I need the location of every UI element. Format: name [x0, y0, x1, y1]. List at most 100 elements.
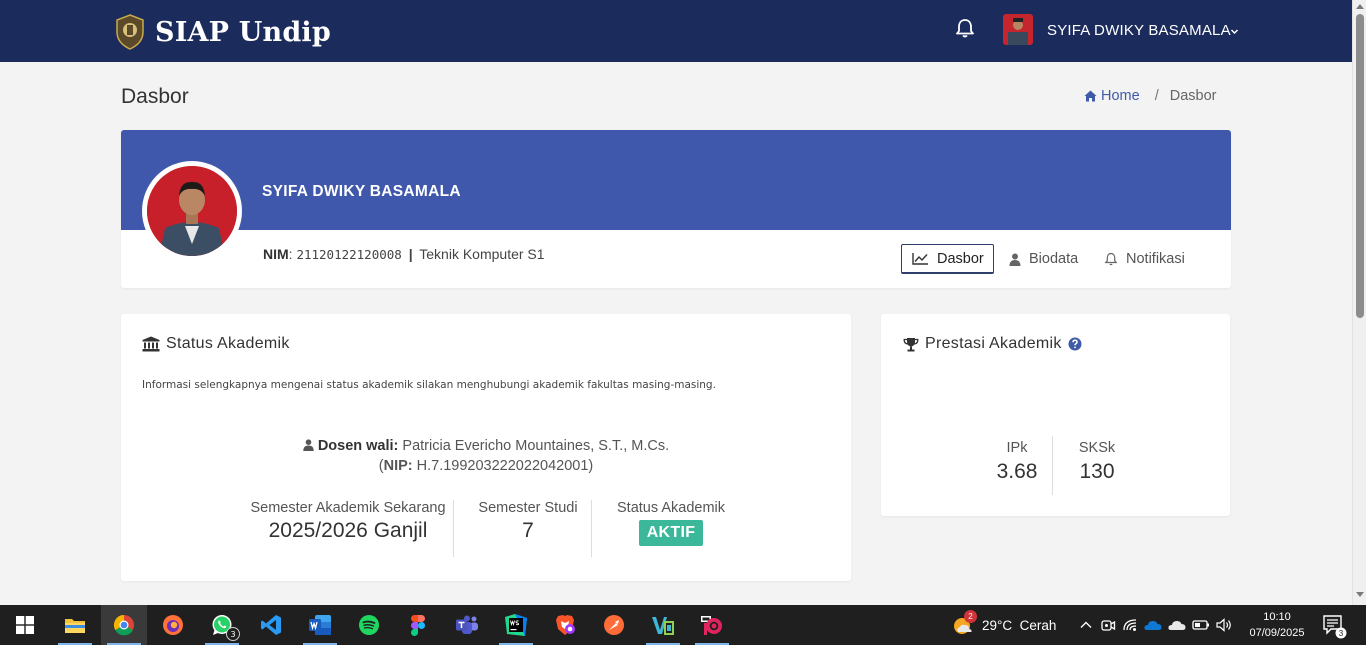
- scroll-up-arrow-icon[interactable]: [1356, 4, 1364, 9]
- weather-badge: 2: [964, 610, 977, 623]
- dosen-nip: (NIP: H.7.199203222022042001): [378, 458, 594, 474]
- tab-dasbor[interactable]: Dasbor: [901, 244, 994, 274]
- vertical-scrollbar[interactable]: [1352, 0, 1366, 605]
- weather-text: 29°C Cerah: [982, 617, 1057, 633]
- nim-label: NIM: [263, 246, 289, 262]
- taskbar-spotify[interactable]: [346, 605, 392, 645]
- profile-card: SYIFA DWIKY BASAMALA NIM: 21120122120008…: [121, 130, 1231, 288]
- taskbar-vivado[interactable]: [640, 605, 686, 645]
- status-badge: AKTIF: [638, 520, 704, 546]
- status-akademik-stat: Status Akademik AKTIF: [599, 500, 743, 557]
- status-title-text: Status Akademik: [166, 335, 290, 352]
- undip-logo: [116, 14, 144, 50]
- taskbar-chrome[interactable]: [101, 605, 147, 645]
- camera-privacy-icon[interactable]: [1100, 617, 1116, 633]
- chevron-down-icon[interactable]: [1230, 27, 1239, 36]
- user-avatar[interactable]: [1003, 14, 1033, 45]
- webstorm-icon: [505, 614, 527, 636]
- tab-notifikasi[interactable]: Notifikasi: [1104, 244, 1185, 274]
- battery-icon[interactable]: [1192, 617, 1210, 633]
- taskbar-word[interactable]: [297, 605, 343, 645]
- bell-icon: [1104, 252, 1118, 266]
- taskbar-file-explorer[interactable]: [52, 605, 98, 645]
- word-icon: [309, 615, 331, 635]
- brave-icon: [556, 615, 575, 635]
- ipk-label: IPk: [1006, 440, 1028, 456]
- status-akademik-label: Status Akademik: [617, 500, 725, 516]
- dosen-wali: Dosen wali: Patricia Evericho Mountaines…: [121, 438, 851, 454]
- bell-icon[interactable]: [954, 17, 976, 39]
- volume-icon[interactable]: [1216, 617, 1234, 633]
- semester-studi-value: 7: [522, 519, 534, 542]
- prestasi-akademik-card: Prestasi Akademik IPk 3.68 SKSk 130: [881, 314, 1230, 516]
- taskbar-brave[interactable]: [542, 605, 588, 645]
- taskbar-webstorm[interactable]: [493, 605, 539, 645]
- university-icon: [142, 336, 160, 352]
- nip-label: NIP:: [383, 458, 413, 474]
- sksk-stat: SKSk 130: [1065, 440, 1129, 484]
- sksk-label: SKSk: [1078, 440, 1116, 456]
- user-icon: [1009, 253, 1021, 266]
- meta-separator: |: [408, 246, 413, 262]
- tab-biodata[interactable]: Biodata: [1009, 244, 1078, 274]
- tab-biodata-label[interactable]: Biodata: [1029, 251, 1078, 267]
- user-name[interactable]: SYIFA DWIKY BASAMALA: [1047, 22, 1231, 39]
- program-name: Teknik Komputer S1: [419, 246, 545, 262]
- question-circle-icon[interactable]: [1068, 337, 1082, 351]
- spotify-icon: [359, 615, 379, 635]
- semester-akademik-value: 2025/2026 Ganjil: [268, 519, 428, 542]
- cloud-icon[interactable]: [1168, 617, 1186, 633]
- taskbar-teams[interactable]: [444, 605, 490, 645]
- tab-dasbor-label[interactable]: Dasbor: [937, 251, 984, 267]
- taskbar-figma[interactable]: [395, 605, 441, 645]
- clock-date: 07/09/2025: [1249, 627, 1305, 639]
- user-icon: [303, 439, 314, 451]
- notification-center-button[interactable]: 3: [1322, 613, 1348, 639]
- ipk-value: 3.68: [996, 460, 1038, 483]
- teams-icon: [456, 615, 478, 634]
- nim-value: 21120122120008: [296, 247, 402, 262]
- dosen-name: Patricia Evericho Mountaines, S.T., M.Cs…: [402, 438, 670, 454]
- semester-akademik-stat: Semester Akademik Sekarang 2025/2026 Gan…: [242, 500, 454, 557]
- trophy-icon: [903, 337, 919, 351]
- onedrive-cloud-icon[interactable]: [1144, 617, 1162, 633]
- prestasi-akademik-title: Prestasi Akademik: [903, 335, 1082, 353]
- stat-divider: [1052, 436, 1053, 495]
- windows-start-button[interactable]: [2, 605, 48, 645]
- taskbar-vscode[interactable]: [248, 605, 294, 645]
- taskbar-whatsapp[interactable]: 3: [199, 605, 245, 645]
- taskbar-firefox[interactable]: [150, 605, 196, 645]
- windows-icon: [16, 616, 34, 634]
- status-info-text: Informasi selengkapnya mengenai status a…: [142, 379, 716, 391]
- scrollbar-thumb[interactable]: [1356, 14, 1364, 318]
- profile-banner: [121, 130, 1231, 230]
- weather-widget[interactable]: 2 29°C Cerah: [952, 605, 1056, 645]
- scroll-down-arrow-icon[interactable]: [1356, 592, 1364, 597]
- prestasi-title-text: Prestasi Akademik: [925, 335, 1062, 352]
- breadcrumb-home-label[interactable]: Home: [1101, 88, 1140, 104]
- page-title: Dasbor: [121, 85, 189, 108]
- system-clock[interactable]: 10:10 07/09/2025: [1246, 609, 1308, 641]
- postman-icon: [604, 615, 624, 635]
- app-title: SIAP Undip: [155, 16, 331, 48]
- breadcrumb-separator: /: [1154, 88, 1159, 104]
- profile-meta: NIM: 21120122120008 | Teknik Komputer S1: [263, 246, 545, 262]
- chevron-up-icon[interactable]: [1078, 617, 1094, 633]
- chrome-icon: [113, 614, 134, 636]
- profile-name: SYIFA DWIKY BASAMALA: [262, 183, 461, 200]
- breadcrumb: Home / Dasbor: [1084, 88, 1216, 104]
- notification-count: 3: [1339, 629, 1344, 638]
- tab-notifikasi-label[interactable]: Notifikasi: [1126, 251, 1185, 267]
- status-akademik-card: Status Akademik Informasi selengkapnya m…: [121, 314, 851, 581]
- wifi-icon[interactable]: [1122, 617, 1138, 633]
- semester-akademik-label: Semester Akademik Sekarang: [250, 500, 446, 516]
- brand[interactable]: SIAP Undip: [115, 14, 331, 50]
- breadcrumb-home-link[interactable]: Home: [1084, 88, 1140, 104]
- ipk-stat: IPk 3.68: [985, 440, 1049, 484]
- taskbar-postman[interactable]: [591, 605, 637, 645]
- top-navbar: SIAP Undip SYIFA DWIKY BASAMALA: [0, 0, 1352, 62]
- figma-icon: [411, 614, 425, 636]
- vivado-icon: [652, 617, 674, 635]
- taskbar-vocal-remover[interactable]: [689, 605, 735, 645]
- home-icon: [1084, 90, 1097, 102]
